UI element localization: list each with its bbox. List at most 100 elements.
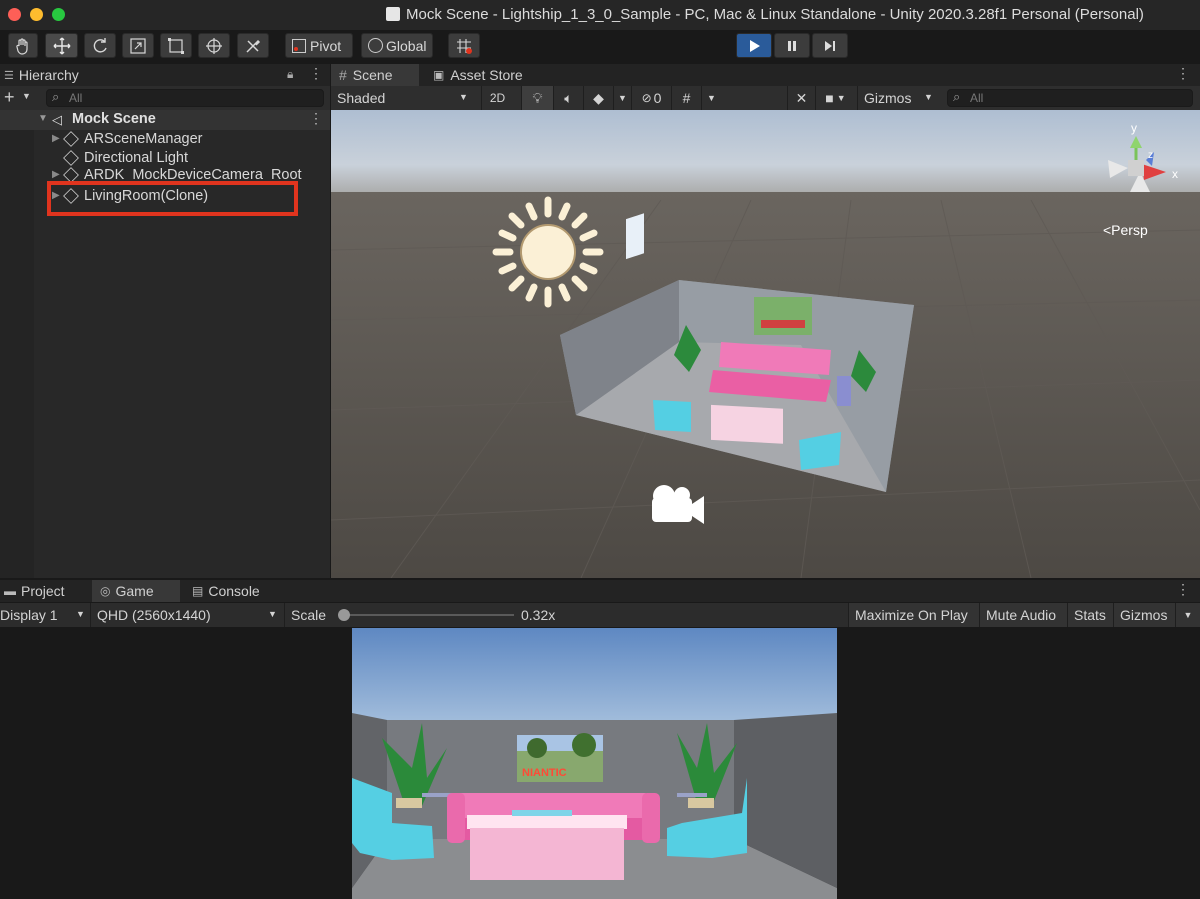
fold-down-icon[interactable]: ▼ xyxy=(38,113,48,124)
effects-icon[interactable]: ◆ xyxy=(583,86,613,110)
gameobject-icon xyxy=(63,130,79,147)
highlight-box xyxy=(47,181,298,216)
bottom-tabbar: ▬ Project ◎ Game ▤ Console ⋮ xyxy=(0,580,1200,602)
audio-icon[interactable]: 🔈︎ xyxy=(553,86,583,110)
step-button[interactable] xyxy=(812,33,848,58)
game-view[interactable]: NIANTIC xyxy=(352,628,837,899)
panel-menu-icon[interactable]: ⋮ xyxy=(1176,581,1190,598)
game-tab-label: Game xyxy=(115,583,154,599)
tab-game[interactable]: ◎ Game xyxy=(92,580,180,602)
wall-photo: NIANTIC xyxy=(517,733,603,782)
mute-audio-toggle[interactable]: Mute Audio xyxy=(979,603,1067,627)
hierarchy-item[interactable]: ▶ ARSceneManager xyxy=(52,129,322,148)
rotate-icon[interactable] xyxy=(84,33,116,58)
mode-2d-button[interactable]: 2D xyxy=(481,86,513,110)
pivot-label: Pivot xyxy=(310,37,342,54)
display-value: Display 1 xyxy=(0,607,58,623)
tools-icon[interactable]: ✕ xyxy=(787,86,815,110)
scale-icon[interactable] xyxy=(122,33,154,58)
stats-toggle[interactable]: Stats xyxy=(1067,603,1113,627)
camera-icon[interactable]: ■ ▼ xyxy=(815,86,855,110)
coffee-table xyxy=(467,810,627,880)
minimize-window-button[interactable] xyxy=(30,8,43,21)
lock-icon[interactable]: 🔒︎ xyxy=(287,67,293,82)
hierarchy-search-input[interactable]: All xyxy=(46,89,324,107)
persp-label[interactable]: <Persp xyxy=(1103,222,1148,238)
tab-scene[interactable]: # Scene xyxy=(331,64,419,86)
tab-asset-store[interactable]: ▣ Asset Store xyxy=(425,64,535,86)
grid-snap-icon[interactable] xyxy=(448,33,480,58)
directional-light-gizmo[interactable] xyxy=(492,196,604,308)
gizmos-toggle[interactable]: Gizmos xyxy=(1113,603,1175,627)
global-toggle[interactable]: Global xyxy=(361,33,433,58)
global-label: Global xyxy=(386,37,427,54)
pause-button[interactable] xyxy=(774,33,810,58)
scale-slider-handle[interactable] xyxy=(338,609,351,621)
list-icon: ☰ xyxy=(4,69,14,82)
add-icon[interactable]: + xyxy=(4,87,15,108)
hierarchy-item[interactable]: Directional Light xyxy=(52,148,322,167)
hierarchy-item-label: ARSceneManager xyxy=(84,130,203,147)
pivot-toggle[interactable]: Pivot xyxy=(285,33,353,58)
grid-icon: # xyxy=(339,67,347,83)
rect-icon[interactable] xyxy=(160,33,192,58)
hand-icon[interactable] xyxy=(8,33,38,58)
gizmo-y-label: y xyxy=(1131,121,1137,135)
chevron-down-icon: ▼ xyxy=(924,92,933,102)
transform-icon[interactable] xyxy=(198,33,230,58)
tab-hierarchy[interactable]: ☰ Hierarchy xyxy=(0,64,140,86)
shading-mode-value: Shaded xyxy=(337,90,386,106)
gizmos-label: Gizmos xyxy=(864,90,912,106)
hierarchy-item-label: ARDK_MockDeviceCamera_Root xyxy=(84,167,302,182)
panel-menu-icon[interactable]: ⋮ xyxy=(1176,65,1190,82)
gizmo-x-label: x xyxy=(1172,167,1178,181)
grid-icon[interactable]: # xyxy=(671,86,701,110)
hierarchy-item-label: Directional Light xyxy=(84,149,188,166)
hidden-objects-toggle[interactable]: ⊘ 0 xyxy=(631,86,671,110)
scale-slider-track[interactable] xyxy=(340,614,514,616)
folder-icon: ▬ xyxy=(4,584,16,598)
gameobject-icon xyxy=(63,149,79,166)
scene-menu-icon[interactable]: ⋮ xyxy=(309,110,323,127)
tab-console[interactable]: ▤ Console xyxy=(186,580,286,602)
window-title: Mock Scene - Lightship_1_3_0_Sample - PC… xyxy=(406,6,1144,23)
scene-panel: # Scene ▣ Asset Store ⋮ Shaded ▼ 2D 💡︎ 🔈… xyxy=(331,64,1200,578)
maximize-on-play-toggle[interactable]: Maximize On Play xyxy=(848,603,979,627)
shading-mode-dropdown[interactable]: Shaded ▼ xyxy=(331,86,473,110)
main-toolbar: Pivot Global xyxy=(0,30,1200,62)
resolution-value: QHD (2560x1440) xyxy=(97,607,211,623)
resolution-dropdown[interactable]: QHD (2560x1440) ▼ xyxy=(90,603,282,627)
scale-value: 0.32x xyxy=(521,607,556,623)
scene-search-input[interactable]: All xyxy=(947,89,1193,107)
scene-header-row[interactable]: ▼ ◁ Mock Scene ⋮ xyxy=(0,110,330,130)
chevron-down-icon[interactable]: ▼ xyxy=(22,91,31,101)
move-icon[interactable] xyxy=(45,33,78,58)
scene-viewport[interactable]: y x z <Persp xyxy=(331,110,1200,578)
chevron-down-icon[interactable]: ▼ xyxy=(701,86,721,110)
chevron-down-icon[interactable]: ▼ xyxy=(613,86,631,110)
chevron-down-icon[interactable]: ▼ xyxy=(1175,603,1200,627)
close-window-button[interactable] xyxy=(8,8,21,21)
display-dropdown[interactable]: Display 1 ▼ xyxy=(0,603,90,627)
gizmos-dropdown[interactable]: Gizmos ▼ xyxy=(857,86,937,110)
pivot-icon xyxy=(292,38,306,53)
globe-icon xyxy=(368,38,383,53)
hierarchy-gutter xyxy=(0,130,34,578)
gamepad-icon: ◎ xyxy=(100,584,111,598)
tab-project[interactable]: ▬ Project xyxy=(0,580,90,602)
chevron-down-icon: ▼ xyxy=(76,609,85,619)
hierarchy-item[interactable]: ▶ ARDK_MockDeviceCamera_Root xyxy=(52,167,322,182)
hierarchy-panel: ☰ Hierarchy 🔒︎ ⋮ + ▼ All ▼ ◁ Mock Scene … xyxy=(0,64,330,578)
scene-tabbar: # Scene ▣ Asset Store ⋮ xyxy=(331,64,1200,86)
panel-menu-icon[interactable]: ⋮ xyxy=(309,65,323,82)
title-bar: Mock Scene - Lightship_1_3_0_Sample - PC… xyxy=(0,0,1200,30)
unity-scene-icon: ◁ xyxy=(52,112,62,127)
play-button[interactable] xyxy=(736,33,772,58)
zoom-window-button[interactable] xyxy=(52,8,65,21)
hierarchy-subbar: + ▼ All xyxy=(0,86,330,110)
game-toolbar: Display 1 ▼ QHD (2560x1440) ▼ Scale 0.32… xyxy=(0,603,1200,627)
lighting-icon[interactable]: 💡︎ xyxy=(521,86,553,110)
sign-text: NIANTIC xyxy=(522,767,567,779)
eye-slash-icon: ⊘ xyxy=(641,91,652,105)
custom-tool-icon[interactable] xyxy=(237,33,269,58)
